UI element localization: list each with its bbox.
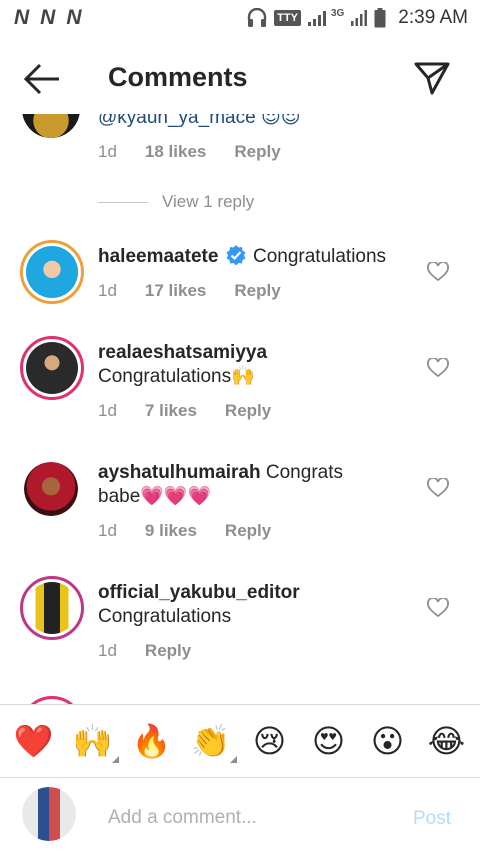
comment-username[interactable]: realaeshatsamiyya	[98, 342, 267, 363]
comment-time: 1d	[98, 521, 117, 540]
like-heart-icon[interactable]	[427, 598, 449, 618]
comment-username[interactable]: official_yakubu_editor	[98, 582, 300, 603]
comment-text: realaeshatsamiyya Congratulations🙌	[98, 341, 267, 389]
like-heart-icon[interactable]	[427, 478, 449, 498]
comment-time: 1d	[98, 641, 117, 660]
avatar[interactable]	[20, 576, 84, 640]
comment-username[interactable]: ayshatulhumairah	[98, 462, 261, 483]
comment-text: haleemaatete Congratulations	[98, 245, 386, 269]
emoji-laughing[interactable]: 😂	[425, 725, 469, 757]
notification-n-icon: N	[40, 6, 55, 29]
direct-send-icon	[414, 62, 450, 95]
comment-likes[interactable]: 17 likes	[145, 281, 206, 301]
like-heart-icon[interactable]	[427, 358, 449, 378]
avatar[interactable]	[20, 240, 84, 304]
comment-likes[interactable]: 9 likes	[145, 521, 197, 541]
network-type: 3G	[330, 7, 345, 19]
status-bar: N N N TTY 3G 2:39 AM	[0, 0, 480, 36]
comments-list[interactable]: @kyaun_ya_mace 😍😍 1d 18 likes Reply View…	[0, 114, 480, 704]
notification-n-icon: N	[66, 6, 81, 29]
comment-time: 1d	[98, 401, 117, 420]
comments-header: Comments	[0, 44, 480, 114]
comment-body-inline: Congrats	[265, 462, 343, 483]
comment-meta: 1d 7 likes Reply	[98, 401, 271, 421]
emoji-raising-hands[interactable]: 🙌	[71, 725, 119, 763]
direct-share-button[interactable]	[412, 60, 452, 96]
status-indicators: TTY 3G 2:39 AM	[246, 7, 468, 29]
signal-icon-2	[351, 10, 368, 26]
comment-body: Congratulations🙌	[98, 366, 255, 387]
comment-body: Congratulations	[98, 606, 232, 627]
comment-meta: 1d 9 likes Reply	[98, 521, 271, 541]
view-replies-button[interactable]: View 1 reply	[98, 192, 254, 212]
emoji-clapping[interactable]: 👏	[189, 725, 237, 763]
comment-text: official_yakubu_editor Congratulations	[98, 581, 300, 629]
variant-indicator	[111, 756, 119, 763]
clock: 2:39 AM	[398, 7, 468, 28]
emoji-heart-eyes[interactable]: 😍	[307, 725, 351, 757]
reply-button[interactable]: Reply	[225, 521, 271, 541]
comment-time: 1d	[98, 142, 117, 161]
battery-icon	[374, 8, 386, 28]
avatar[interactable]	[20, 336, 84, 400]
avatar[interactable]	[24, 462, 78, 516]
variant-indicator	[229, 756, 237, 763]
avatar[interactable]	[22, 114, 80, 138]
verified-badge-icon	[226, 245, 246, 266]
comment-body: Congratulations	[252, 246, 387, 267]
my-avatar	[22, 787, 76, 841]
emoji-quick-bar: ❤️ 🙌 🔥 👏 😢 😍 😮 😂	[0, 704, 480, 778]
notification-n-icon: N	[14, 6, 29, 29]
reply-button[interactable]: Reply	[234, 142, 280, 162]
comment-meta: 1d 18 likes Reply	[98, 142, 281, 162]
comment-body: babe💗💗💗	[98, 486, 212, 507]
tty-badge: TTY	[274, 10, 301, 26]
comment-text: @kyaun_ya_mace 😍😍	[98, 114, 301, 130]
comment-input[interactable]	[108, 803, 398, 833]
emoji-fire[interactable]: 🔥	[130, 725, 174, 757]
arrow-left-icon	[23, 63, 59, 95]
comment-text: ayshatulhumairah Congrats babe💗💗💗	[98, 461, 343, 509]
comment-username[interactable]: haleemaatete	[98, 246, 218, 267]
signal-icon	[307, 11, 326, 26]
like-heart-icon[interactable]	[427, 262, 449, 282]
comment-likes[interactable]: 7 likes	[145, 401, 197, 421]
view-replies-label: View 1 reply	[162, 192, 255, 211]
reply-button[interactable]: Reply	[225, 401, 271, 421]
comment-meta: 1d Reply	[98, 641, 191, 661]
headset-icon	[247, 8, 267, 27]
avatar[interactable]	[20, 696, 84, 704]
page-title: Comments	[108, 62, 248, 92]
reply-button[interactable]: Reply	[234, 281, 280, 301]
emoji-crying[interactable]: 😢	[248, 725, 292, 757]
emoji-heart[interactable]: ❤️	[12, 725, 56, 757]
comment-likes[interactable]: 18 likes	[145, 142, 206, 162]
post-button[interactable]: Post	[413, 808, 451, 830]
back-button[interactable]	[22, 62, 62, 96]
reply-button[interactable]: Reply	[145, 641, 191, 661]
comment-time: 1d	[98, 281, 117, 300]
mention-link[interactable]: @kyaun_ya_mace	[98, 114, 256, 128]
emoji-surprised[interactable]: 😮	[366, 725, 410, 757]
notification-icons: N N N	[14, 6, 82, 30]
comment-meta: 1d 17 likes Reply	[98, 281, 281, 301]
comment-composer: Post	[0, 779, 480, 854]
divider	[98, 201, 148, 203]
